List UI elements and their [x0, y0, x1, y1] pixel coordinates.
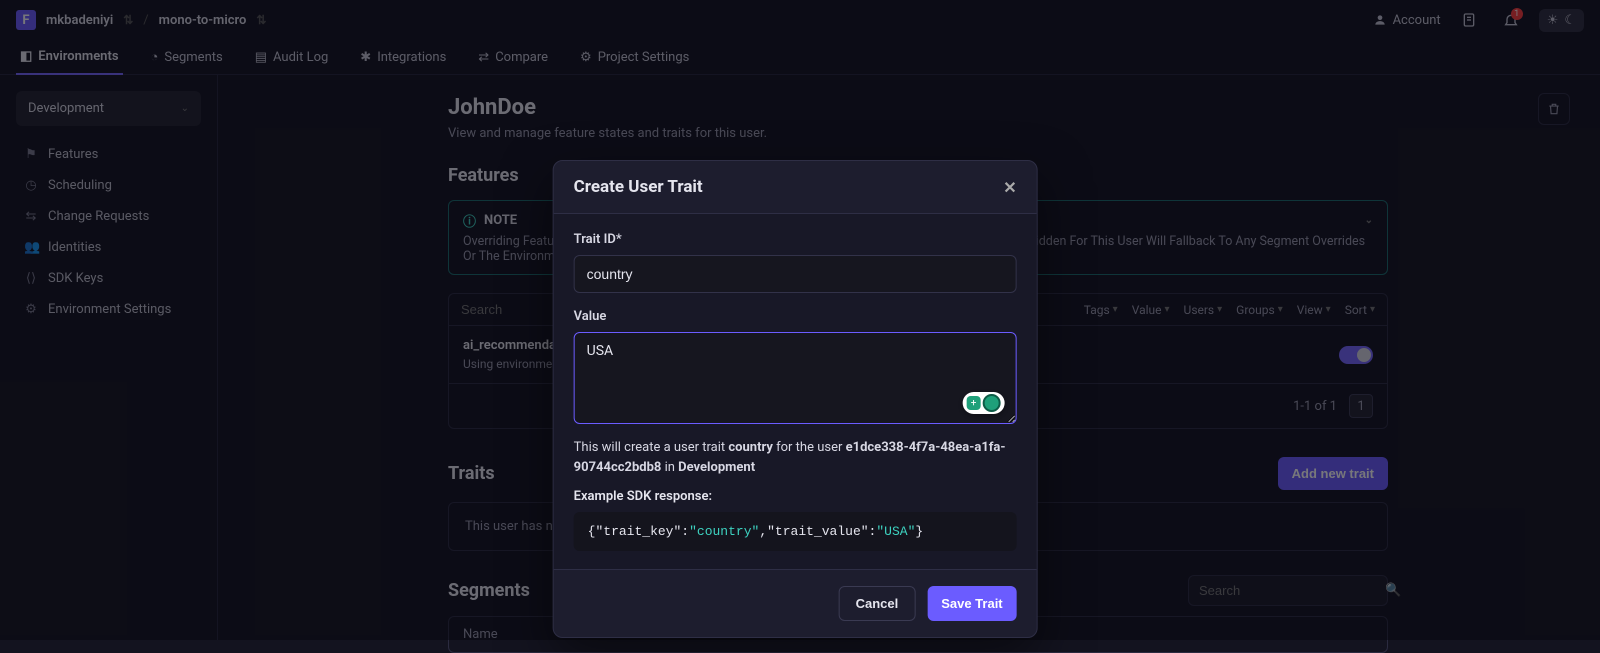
- trait-id-input[interactable]: [574, 255, 1017, 293]
- hint-text: This will create a user trait country fo…: [574, 438, 1017, 477]
- value-label: Value: [574, 309, 1017, 324]
- trait-id-label: Trait ID*: [574, 232, 1017, 247]
- trait-value-input[interactable]: [574, 332, 1017, 424]
- grammarly-icon[interactable]: +: [963, 392, 1005, 414]
- modal-title: Create User Trait: [574, 177, 703, 197]
- create-trait-modal: Create User Trait ✕ Trait ID* Value + Th…: [553, 160, 1038, 638]
- code-example: {"trait_key":"country","trait_value":"US…: [574, 512, 1017, 551]
- example-label: Example SDK response:: [574, 489, 1017, 504]
- save-trait-button[interactable]: Save Trait: [927, 586, 1016, 621]
- close-icon[interactable]: ✕: [1003, 178, 1016, 197]
- cancel-button[interactable]: Cancel: [839, 586, 916, 621]
